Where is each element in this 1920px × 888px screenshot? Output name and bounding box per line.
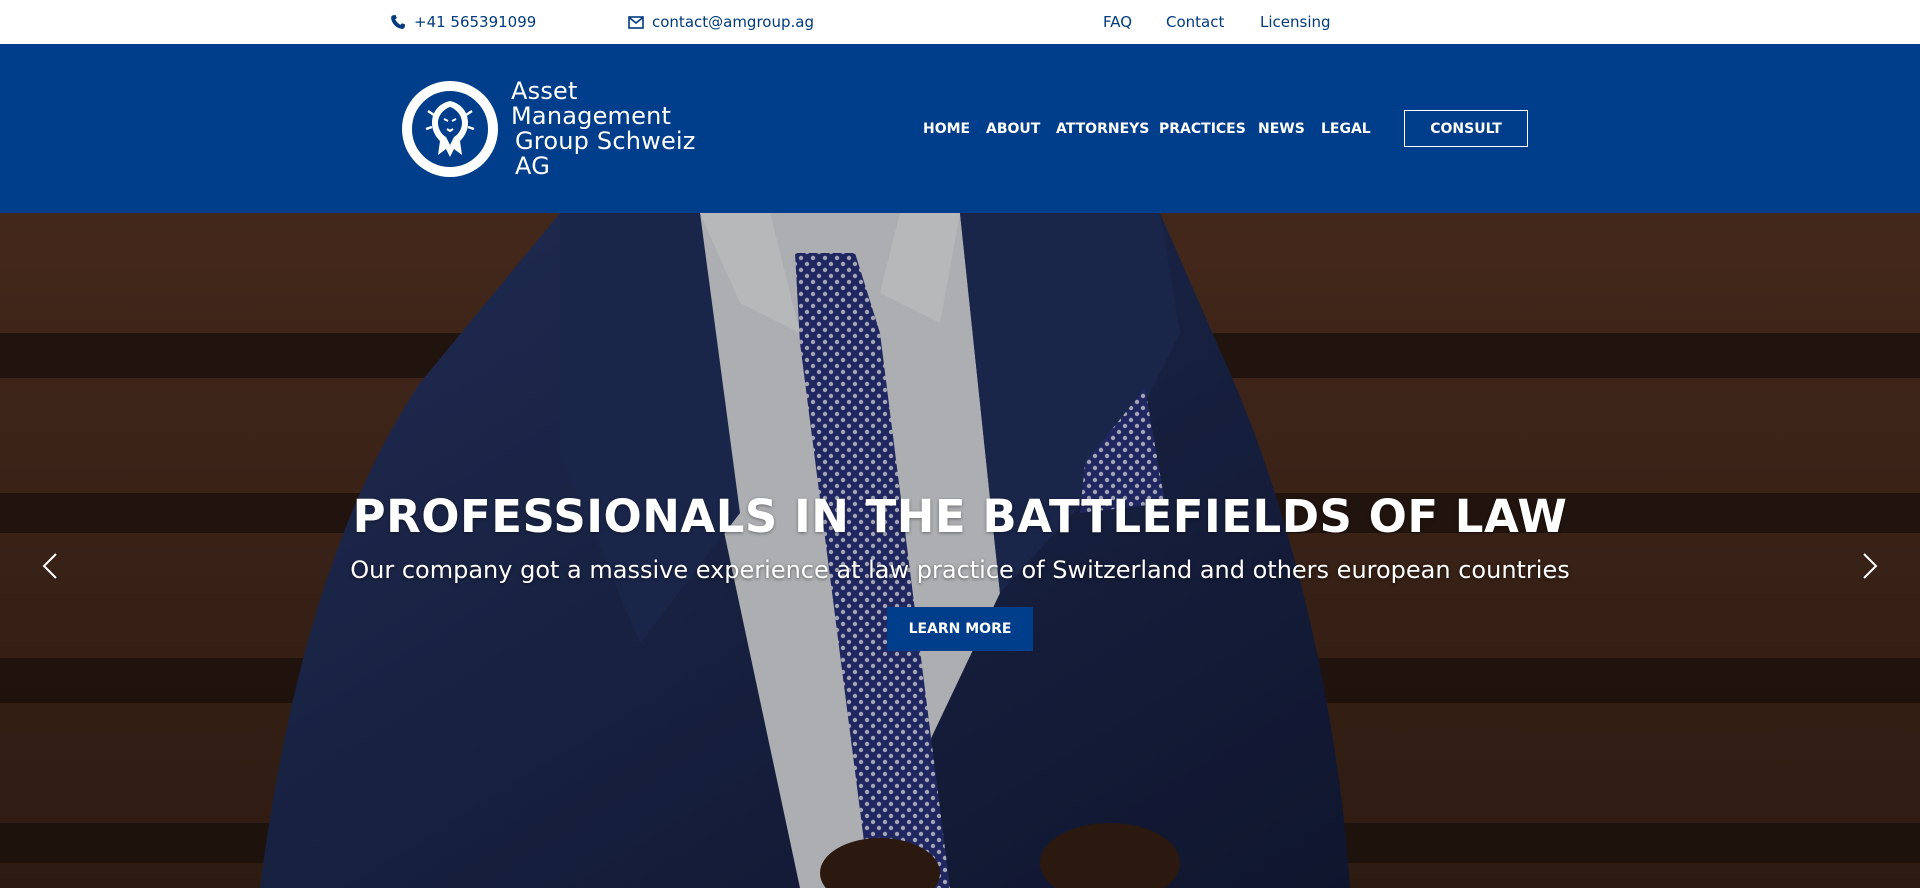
slider-next-button[interactable] <box>1855 548 1885 588</box>
logo-line-2: Group Schweiz AG <box>515 127 696 180</box>
hero-slider: PROFESSIONALS IN THE BATTLEFIELDS OF LAW… <box>0 213 1920 888</box>
nav-news[interactable]: NEWS <box>1258 117 1305 141</box>
hero-subtitle: Our company got a massive experience at … <box>350 556 1570 584</box>
nav-practices[interactable]: PRACTICES <box>1159 117 1246 141</box>
learn-more-button[interactable]: LEARN MORE <box>887 607 1033 651</box>
chevron-right-icon <box>1862 552 1878 584</box>
envelope-icon <box>627 13 645 31</box>
lion-icon <box>409 88 491 170</box>
consult-button[interactable]: CONSULT <box>1404 110 1528 147</box>
contact-link[interactable]: Contact <box>1166 0 1224 44</box>
faq-link[interactable]: FAQ <box>1103 0 1132 44</box>
logo-line-1: Asset Management <box>511 77 672 130</box>
site-logo[interactable]: Asset Management Group Schweiz AG <box>402 79 702 179</box>
hero-overlay <box>0 213 1920 888</box>
nav-home[interactable]: HOME <box>923 117 970 141</box>
nav-attorneys[interactable]: ATTORNEYS <box>1056 117 1149 141</box>
nav-about[interactable]: ABOUT <box>986 117 1040 141</box>
nav-legal[interactable]: LEGAL <box>1321 117 1371 141</box>
site-header: Asset Management Group Schweiz AG HOME A… <box>0 44 1920 213</box>
top-bar: +41 565391099 contact@amgroup.ag FAQ Con… <box>0 0 1920 44</box>
hero-title: PROFESSIONALS IN THE BATTLEFIELDS OF LAW <box>352 490 1568 543</box>
email-address: contact@amgroup.ag <box>652 13 814 31</box>
phone-number: +41 565391099 <box>414 13 537 31</box>
logo-text: Asset Management Group Schweiz AG <box>511 79 702 179</box>
logo-badge <box>402 81 498 177</box>
email-link[interactable]: contact@amgroup.ag <box>627 0 814 44</box>
licensing-link[interactable]: Licensing <box>1260 0 1331 44</box>
chevron-left-icon <box>42 552 58 584</box>
slider-prev-button[interactable] <box>35 548 65 588</box>
phone-link[interactable]: +41 565391099 <box>389 0 536 44</box>
phone-icon <box>389 13 407 31</box>
